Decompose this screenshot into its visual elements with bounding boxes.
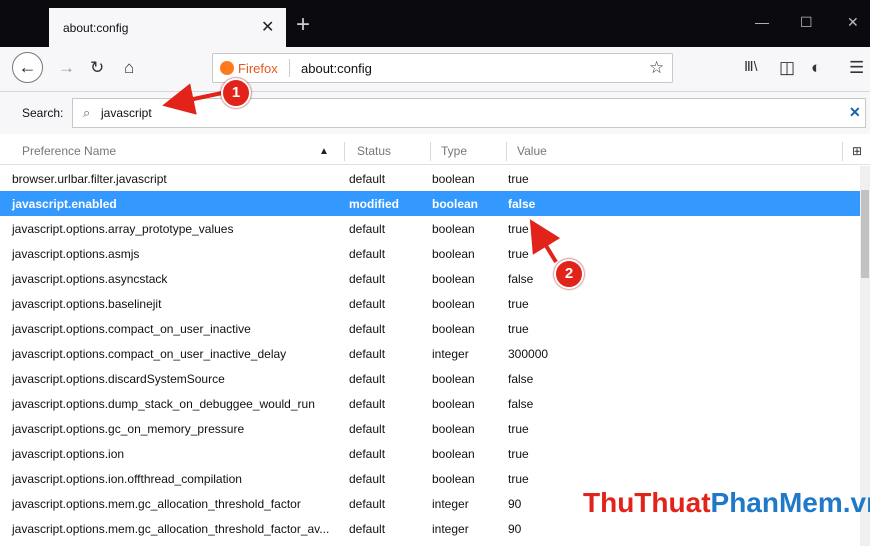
watermark: ThuThuatPhanMem.vn <box>583 487 870 519</box>
callout-2: 2 <box>554 259 584 289</box>
watermark-part1: ThuThuat <box>583 487 711 518</box>
arrow-1 <box>162 83 223 115</box>
callout-1: 1 <box>221 78 251 108</box>
arrow-2 <box>529 219 561 264</box>
annotation-arrows <box>162 83 561 264</box>
watermark-part2: PhanMem <box>710 487 843 518</box>
watermark-part3: .vn <box>842 487 870 518</box>
